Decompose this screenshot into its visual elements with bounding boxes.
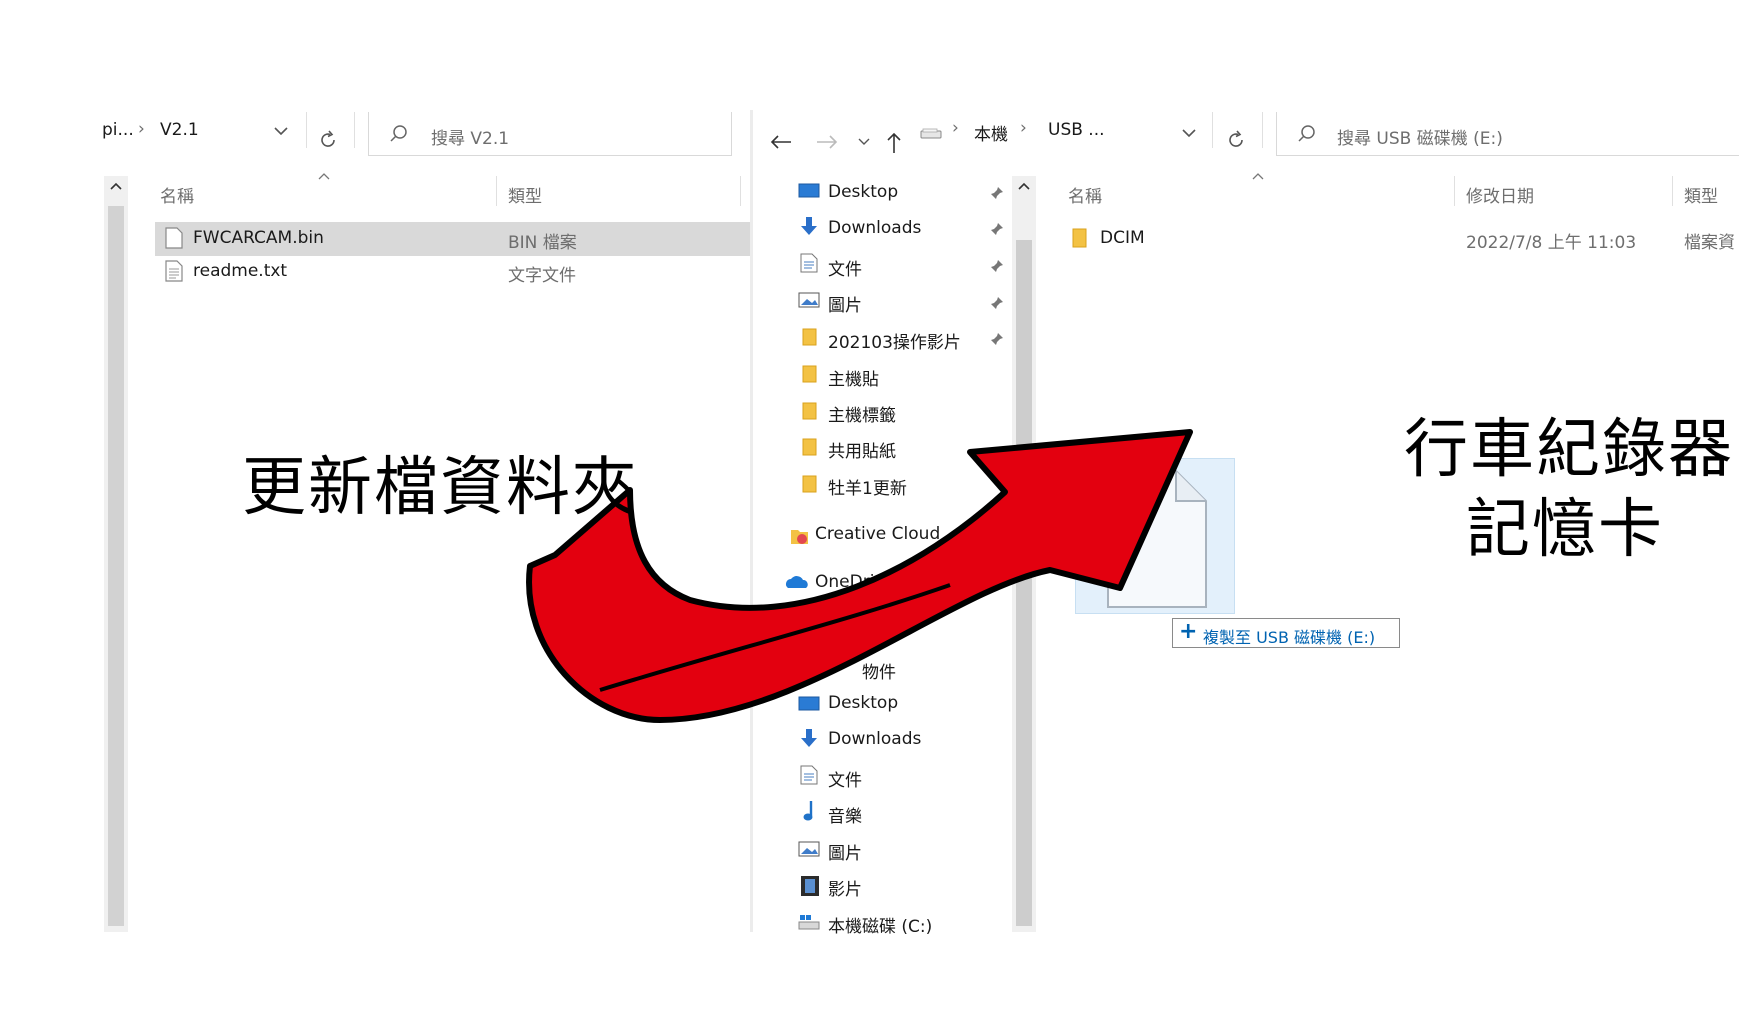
search-placeholder: 搜尋 USB 磁碟機 (E:)	[1337, 129, 1503, 149]
chevron-down-icon[interactable]	[1182, 128, 1196, 138]
up-arrow-icon[interactable]	[886, 132, 902, 154]
nav-item-desktop[interactable]: Desktop	[828, 182, 898, 202]
left-scrollbar[interactable]	[104, 176, 128, 932]
scrollbar-thumb[interactable]	[108, 206, 124, 926]
search-icon	[390, 125, 407, 142]
breadcrumb-item[interactable]: pi...	[102, 120, 134, 140]
scroll-up-icon[interactable]	[1018, 182, 1030, 190]
nav-item-pictures[interactable]: 圖片	[828, 291, 862, 316]
column-header-name[interactable]: 名稱	[1068, 182, 1102, 207]
nav-item-downloads[interactable]: Downloads	[828, 218, 921, 238]
file-name[interactable]: readme.txt	[193, 261, 287, 281]
breadcrumb-item[interactable]: USB ...	[1048, 120, 1105, 140]
text-file-icon	[165, 260, 183, 282]
breadcrumb-chevron-icon: ›	[1020, 118, 1027, 138]
nav-item-music[interactable]: 音樂	[828, 802, 862, 827]
divider	[1262, 112, 1263, 148]
pin-icon[interactable]	[990, 186, 1004, 200]
file-icon	[165, 227, 183, 249]
file-name[interactable]: FWCARCAM.bin	[193, 228, 324, 248]
column-header-type[interactable]: 類型	[508, 182, 542, 207]
column-divider	[740, 176, 741, 206]
column-divider	[1672, 176, 1673, 206]
breadcrumb-item[interactable]: 本機	[974, 120, 1008, 145]
divider	[354, 112, 355, 148]
pin-icon[interactable]	[990, 259, 1004, 273]
picture-icon	[798, 292, 820, 308]
recent-dropdown-icon[interactable]	[858, 138, 870, 146]
file-type: 檔案資	[1684, 233, 1735, 253]
document-icon	[800, 253, 818, 273]
nav-item-videos[interactable]: 影片	[828, 875, 862, 900]
folder-icon	[802, 402, 817, 420]
search-placeholder: 搜尋 V2.1	[431, 129, 510, 149]
pin-icon[interactable]	[990, 222, 1004, 236]
divider	[1212, 112, 1213, 148]
drive-icon	[920, 128, 942, 139]
right-address-bar[interactable]: › 本機 › USB ...	[912, 112, 1212, 152]
divider	[306, 112, 307, 148]
folder-icon	[802, 328, 817, 346]
sort-up-icon	[1252, 173, 1264, 180]
nav-item-local-disk[interactable]: 本機磁碟 (C:)	[828, 912, 932, 937]
download-icon	[801, 217, 817, 235]
chevron-down-icon[interactable]	[274, 126, 288, 136]
pin-icon[interactable]	[990, 296, 1004, 310]
video-icon	[801, 876, 819, 896]
nav-item-pictures[interactable]: 圖片	[828, 839, 862, 864]
column-divider	[496, 176, 497, 206]
search-input[interactable]: 搜尋 USB 磁碟機 (E:)	[1276, 112, 1739, 156]
annotation-memory-card: 記憶卡	[1466, 493, 1664, 567]
desktop-icon	[798, 183, 820, 198]
drive-icon	[798, 915, 820, 930]
file-type: 文字文件	[508, 266, 576, 286]
copy-tooltip: + 複製至 USB 磁碟機 (E:)	[1172, 618, 1400, 648]
picture-icon	[798, 841, 820, 857]
forward-arrow-icon[interactable]	[816, 134, 838, 150]
breadcrumb-chevron-icon: ›	[138, 119, 145, 139]
document-icon	[800, 765, 818, 785]
column-divider	[1454, 176, 1455, 206]
file-date: 2022/7/8 上午 11:03	[1466, 233, 1637, 253]
column-header-name[interactable]: 名稱	[160, 182, 194, 207]
breadcrumb-item[interactable]: V2.1	[160, 120, 199, 140]
scroll-up-icon[interactable]	[110, 182, 122, 190]
refresh-icon[interactable]	[318, 130, 338, 150]
column-header-date[interactable]: 修改日期	[1466, 182, 1534, 207]
nav-item-documents[interactable]: 文件	[828, 766, 862, 791]
nav-item-folder[interactable]: 202103操作影片	[828, 328, 961, 353]
folder-icon	[1072, 228, 1087, 248]
music-icon	[803, 801, 813, 821]
back-arrow-icon[interactable]	[770, 134, 792, 150]
search-input[interactable]: 搜尋 V2.1	[368, 112, 732, 156]
annotation-dashcam: 行車紀錄器	[1404, 413, 1734, 487]
pin-icon[interactable]	[990, 332, 1004, 346]
annotation-update-folder: 更新檔資料夾	[242, 451, 638, 525]
sort-up-icon	[318, 173, 330, 180]
column-header-type[interactable]: 類型	[1684, 182, 1718, 207]
refresh-icon[interactable]	[1226, 130, 1246, 150]
nav-item-folder[interactable]: 主機貼	[828, 365, 879, 390]
breadcrumb-chevron-icon: ›	[952, 118, 959, 138]
file-type: BIN 檔案	[508, 233, 577, 253]
left-address-bar[interactable]: pi... › V2.1	[100, 110, 300, 150]
file-name[interactable]: DCIM	[1100, 228, 1145, 248]
folder-icon	[802, 365, 817, 383]
nav-item-documents[interactable]: 文件	[828, 255, 862, 280]
search-icon	[1298, 125, 1315, 142]
copy-tooltip-text: 複製至 USB 磁碟機 (E:)	[1203, 628, 1376, 647]
